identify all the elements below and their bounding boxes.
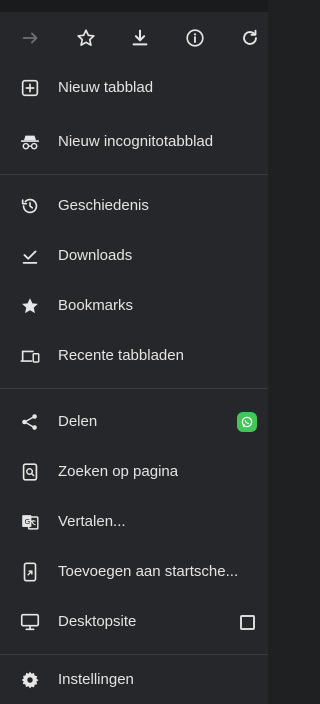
menu-item-label: Delen (58, 413, 98, 430)
info-icon[interactable] (183, 26, 207, 50)
menu-item-label: Geschiedenis (58, 197, 149, 214)
find-in-page-icon (18, 460, 42, 484)
reload-icon[interactable] (238, 26, 262, 50)
forward-arrow-icon[interactable] (19, 26, 43, 50)
star-outline-icon[interactable] (74, 26, 98, 50)
menu-item-label: Vertalen... (58, 513, 126, 530)
add-to-home-icon (18, 560, 42, 584)
menu-item-settings[interactable]: Instellingen (0, 656, 268, 704)
menu-item-label: Bookmarks (58, 297, 134, 314)
menu-item-label: Recente tabbladen (58, 347, 184, 364)
menu-item-label: Nieuw incognitotabblad (58, 133, 214, 150)
history-icon (18, 194, 42, 218)
menu-item-label: Toevoegen aan startsche... (58, 563, 239, 580)
menu-item-bookmarks[interactable]: Bookmarks (0, 282, 268, 330)
star-icon (18, 294, 42, 318)
downloads-icon (18, 244, 42, 268)
svg-text:G: G (25, 517, 31, 526)
menu-item-label: Downloads (58, 247, 133, 264)
menu-item-label: Instellingen (58, 671, 134, 688)
menu-item-label: Nieuw tabblad (58, 79, 154, 96)
menu-divider (0, 174, 268, 175)
status-strip (0, 0, 268, 12)
menu-item-new-tab[interactable]: Nieuw tabblad (0, 64, 268, 112)
menu-item-share[interactable]: Delen (0, 398, 268, 446)
menu-item-label: Desktopsite (58, 613, 137, 630)
menu-item-label: Zoeken op pagina (58, 463, 179, 480)
incognito-icon (18, 130, 42, 154)
devices-icon (18, 344, 42, 368)
whatsapp-icon (237, 412, 257, 432)
menu-item-add-to-home[interactable]: Toevoegen aan startsche... (0, 548, 268, 596)
share-icon (18, 410, 42, 434)
menu-item-downloads[interactable]: Downloads (0, 232, 268, 280)
menu-item-translate[interactable]: G Vertalen... (0, 498, 268, 546)
menu-item-history[interactable]: Geschiedenis (0, 182, 268, 230)
translate-icon: G (18, 510, 42, 534)
whatsapp-share-button[interactable] (236, 411, 258, 433)
menu-item-desktop-site[interactable]: Desktopsite (0, 598, 268, 646)
desktop-icon (18, 610, 42, 634)
new-tab-icon (18, 76, 42, 100)
menu-item-recent-tabs[interactable]: Recente tabbladen (0, 332, 268, 380)
menu-toolbar (0, 12, 268, 64)
menu-divider (0, 654, 268, 655)
menu-divider (0, 388, 268, 389)
download-icon[interactable] (128, 26, 152, 50)
checkbox-unchecked-icon (239, 614, 255, 630)
menu-item-new-incognito-tab[interactable]: Nieuw incognitotabblad (0, 118, 268, 166)
menu-item-find-in-page[interactable]: Zoeken op pagina (0, 448, 268, 496)
chrome-overflow-menu: Nieuw tabblad Nieuw incognitotabblad Ges… (0, 0, 268, 704)
desktop-site-checkbox[interactable] (236, 611, 258, 633)
settings-icon (18, 668, 42, 692)
